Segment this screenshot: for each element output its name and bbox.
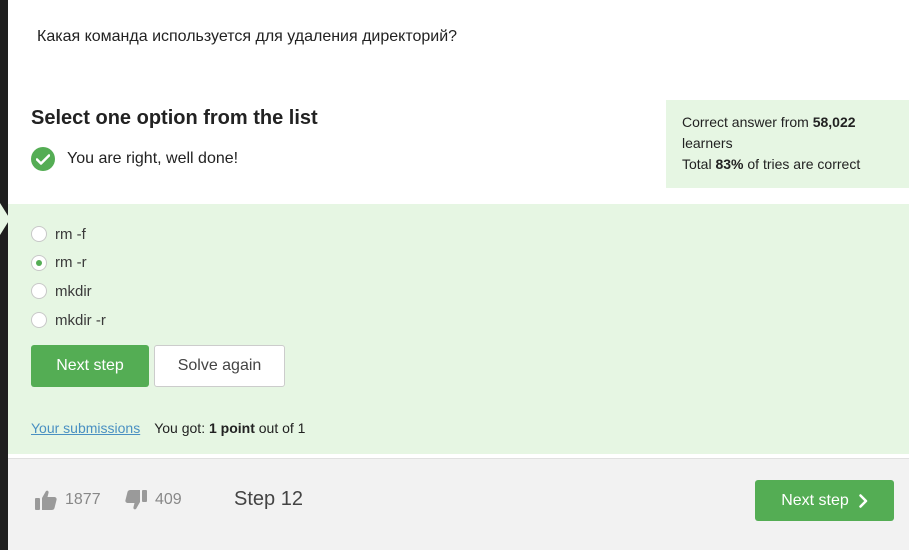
option-label: mkdir -r (55, 311, 106, 329)
dislikes-count: 409 (155, 491, 182, 508)
submissions-bar: Your submissions You got: 1 point out of… (31, 420, 305, 436)
score-points: 1 point (208, 420, 255, 436)
feedback-text: You are right, well done! (67, 150, 239, 167)
step-label: Step 12 (234, 488, 303, 510)
answer-area (8, 204, 909, 454)
stats-percent-prefix: Total (682, 156, 712, 172)
score-prefix: You got: (154, 420, 206, 436)
radio-button[interactable] (31, 226, 47, 243)
next-step-button[interactable]: Next step (31, 345, 149, 387)
step-page: Какая команда используется для удаления … (0, 0, 909, 550)
score-suffix: out of 1 (258, 420, 306, 436)
option-rm-r[interactable]: rm -r (31, 249, 106, 278)
solve-again-button[interactable]: Solve again (154, 345, 285, 387)
options-list: rm -f rm -r mkdir mkdir -r (31, 220, 106, 334)
question-text: Какая команда используется для удаления … (37, 28, 458, 45)
like-button[interactable]: 1877 (35, 490, 101, 510)
radio-button[interactable] (31, 312, 47, 329)
thumbs-down-icon (125, 490, 147, 510)
left-rail (0, 0, 8, 550)
stats-box: Correct answer from 58,022 learners Tota… (666, 100, 909, 188)
check-circle-icon (31, 147, 55, 171)
quiz-title: Select one option from the list (31, 107, 318, 129)
likes-count: 1877 (65, 491, 101, 508)
radio-button-selected[interactable] (31, 254, 47, 271)
stats-learners-count: 58,022 (812, 114, 856, 130)
stats-percent: Total 83% of tries are correct (682, 154, 893, 175)
stats-learners-prefix: Correct answer from (682, 114, 809, 130)
stats-learners-suffix: learners (682, 135, 733, 151)
radio-button[interactable] (31, 283, 47, 300)
feedback: You are right, well done! (31, 147, 238, 171)
option-label: rm -f (55, 225, 86, 243)
option-rm-f[interactable]: rm -f (31, 220, 106, 249)
thumbs-up-icon (35, 490, 57, 510)
footer-next-step-button[interactable]: Next step (755, 480, 894, 521)
option-label: mkdir (55, 282, 92, 300)
option-mkdir-r[interactable]: mkdir -r (31, 306, 106, 335)
stats-percent-suffix: of tries are correct (747, 156, 861, 172)
stats-percent-value: 83% (715, 156, 744, 172)
stats-learners: Correct answer from 58,022 learners (682, 112, 893, 154)
score-text: You got: 1 point out of 1 (154, 420, 305, 436)
option-mkdir[interactable]: mkdir (31, 277, 106, 306)
footer-next-label: Next step (781, 491, 849, 509)
option-label: rm -r (55, 254, 87, 272)
chevron-right-icon (859, 493, 868, 508)
dislike-button[interactable]: 409 (125, 490, 182, 510)
your-submissions-link[interactable]: Your submissions (31, 420, 140, 436)
